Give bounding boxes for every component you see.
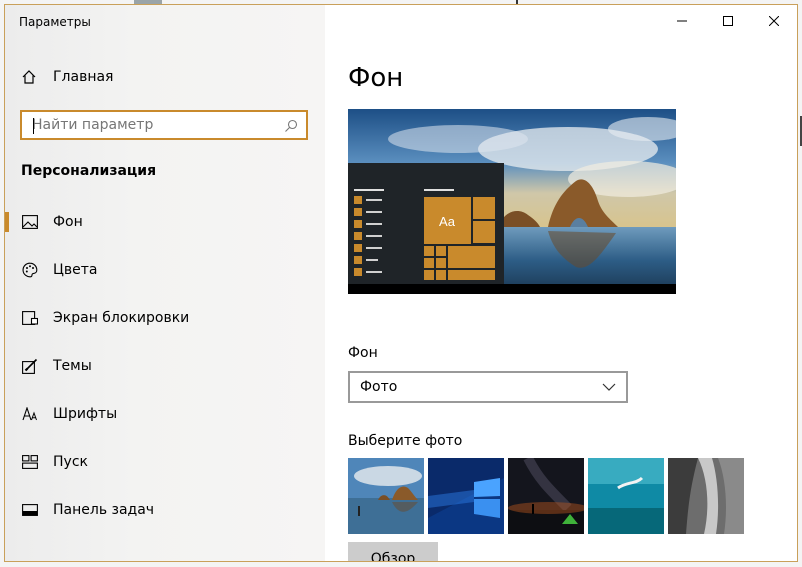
background-type-label: Фон	[348, 345, 378, 361]
sidebar-item-colors[interactable]: Цвета	[5, 246, 325, 294]
sidebar-item-label: Фон	[53, 214, 83, 230]
sidebar-item-start[interactable]: Пуск	[5, 438, 325, 486]
start-icon	[21, 453, 39, 471]
fonts-icon	[21, 405, 39, 423]
chevron-down-icon	[602, 379, 616, 395]
main-content: Фон Aa Фон Фото Выберите фото Обзор	[325, 5, 797, 561]
page-title: Фон	[348, 63, 404, 93]
window-title: Параметры	[19, 15, 91, 29]
sidebar-item-label: Экран блокировки	[53, 310, 190, 326]
photo-thumbnail-beach[interactable]	[348, 458, 424, 534]
sidebar: Параметры Главная Персонализация Фон	[5, 5, 325, 561]
photo-thumbnails	[348, 458, 744, 534]
photo-thumbnail-underwater[interactable]	[588, 458, 664, 534]
sidebar-item-label: Шрифты	[53, 406, 118, 422]
choose-photo-label: Выберите фото	[348, 433, 463, 449]
background-type-dropdown[interactable]: Фото	[348, 371, 628, 403]
photo-thumbnail-windows[interactable]	[428, 458, 504, 534]
sidebar-item-label: Темы	[53, 358, 92, 374]
section-title: Персонализация	[21, 163, 157, 179]
photo-thumbnail-night-sky[interactable]	[508, 458, 584, 534]
search-icon[interactable]	[284, 118, 298, 132]
settings-window: Параметры Главная Персонализация Фон	[4, 4, 798, 562]
search-input[interactable]	[22, 116, 284, 134]
sidebar-item-label: Панель задач	[53, 502, 155, 518]
home-link[interactable]: Главная	[21, 69, 113, 85]
sidebar-item-lock-screen[interactable]: Экран блокировки	[5, 294, 325, 342]
sidebar-item-taskbar[interactable]: Панель задач	[5, 486, 325, 534]
home-icon	[21, 69, 37, 85]
taskbar-icon	[21, 501, 39, 519]
photo-thumbnail-rock[interactable]	[668, 458, 744, 534]
search-box[interactable]	[20, 110, 308, 140]
palette-icon	[21, 261, 39, 279]
sidebar-item-fonts[interactable]: Шрифты	[5, 390, 325, 438]
background-type-value: Фото	[360, 379, 398, 395]
sidebar-nav: Фон Цвета Экран блокировки Темы Шрифты П…	[5, 198, 325, 534]
background-preview: Aa	[348, 109, 676, 294]
sidebar-item-themes[interactable]: Темы	[5, 342, 325, 390]
lock-screen-icon	[21, 309, 39, 327]
sidebar-item-label: Пуск	[53, 454, 88, 470]
home-label: Главная	[53, 69, 114, 85]
themes-icon	[21, 357, 39, 375]
sidebar-item-label: Цвета	[53, 262, 98, 278]
text-cursor	[33, 118, 34, 134]
sidebar-item-background[interactable]: Фон	[5, 198, 325, 246]
preview-tile-text: Aa	[439, 214, 456, 229]
picture-icon	[21, 213, 39, 231]
browse-button[interactable]: Обзор	[348, 542, 438, 561]
